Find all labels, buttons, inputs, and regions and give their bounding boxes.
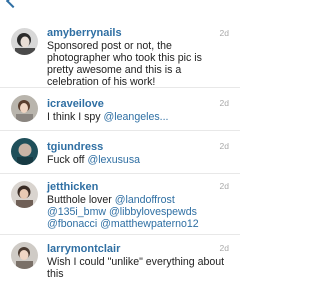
comment-username[interactable]: amyberrynails	[47, 27, 122, 39]
comment-username[interactable]: jetthicken	[47, 181, 98, 193]
comment-timestamp: 2d	[219, 243, 229, 253]
comment-timestamp: 2d	[219, 28, 229, 38]
comment-text-prefix: Fuck off	[47, 154, 88, 166]
comment-text-prefix: I think I spy	[47, 111, 104, 123]
divider	[0, 130, 240, 131]
comment-username[interactable]: tgiundress	[47, 141, 103, 153]
avatar[interactable]	[11, 181, 38, 208]
divider	[0, 87, 240, 88]
comment-timestamp: 2d	[219, 98, 229, 108]
divider	[0, 173, 240, 174]
back-chevron-icon[interactable]	[5, 0, 21, 9]
comment-text: Butthole lover @landoffrost @135i_bmw @l…	[47, 194, 231, 230]
top-bar	[0, 0, 240, 9]
comment-username[interactable]: icraveilove	[47, 98, 104, 110]
avatar[interactable]	[11, 95, 38, 122]
avatar[interactable]	[11, 138, 38, 165]
avatar[interactable]	[11, 242, 38, 269]
comment-text: Fuck off @lexususa	[47, 154, 231, 166]
divider	[0, 234, 240, 235]
comment-username[interactable]: larrymontclair	[47, 243, 120, 255]
comment-text: Wish I could "unlike" everything about t…	[47, 256, 225, 280]
avatar[interactable]	[11, 28, 38, 55]
mention-link[interactable]: @leangeles...	[104, 111, 169, 123]
comment-timestamp: 2d	[219, 181, 229, 191]
comment-text-prefix: Butthole lover	[47, 194, 115, 206]
mention-link[interactable]: @lexususa	[87, 154, 140, 166]
comment-timestamp: 2d	[219, 141, 229, 151]
comment-text: Sponsored post or not, the photographer …	[47, 40, 202, 88]
comment-text: I think I spy @leangeles...	[47, 111, 231, 123]
